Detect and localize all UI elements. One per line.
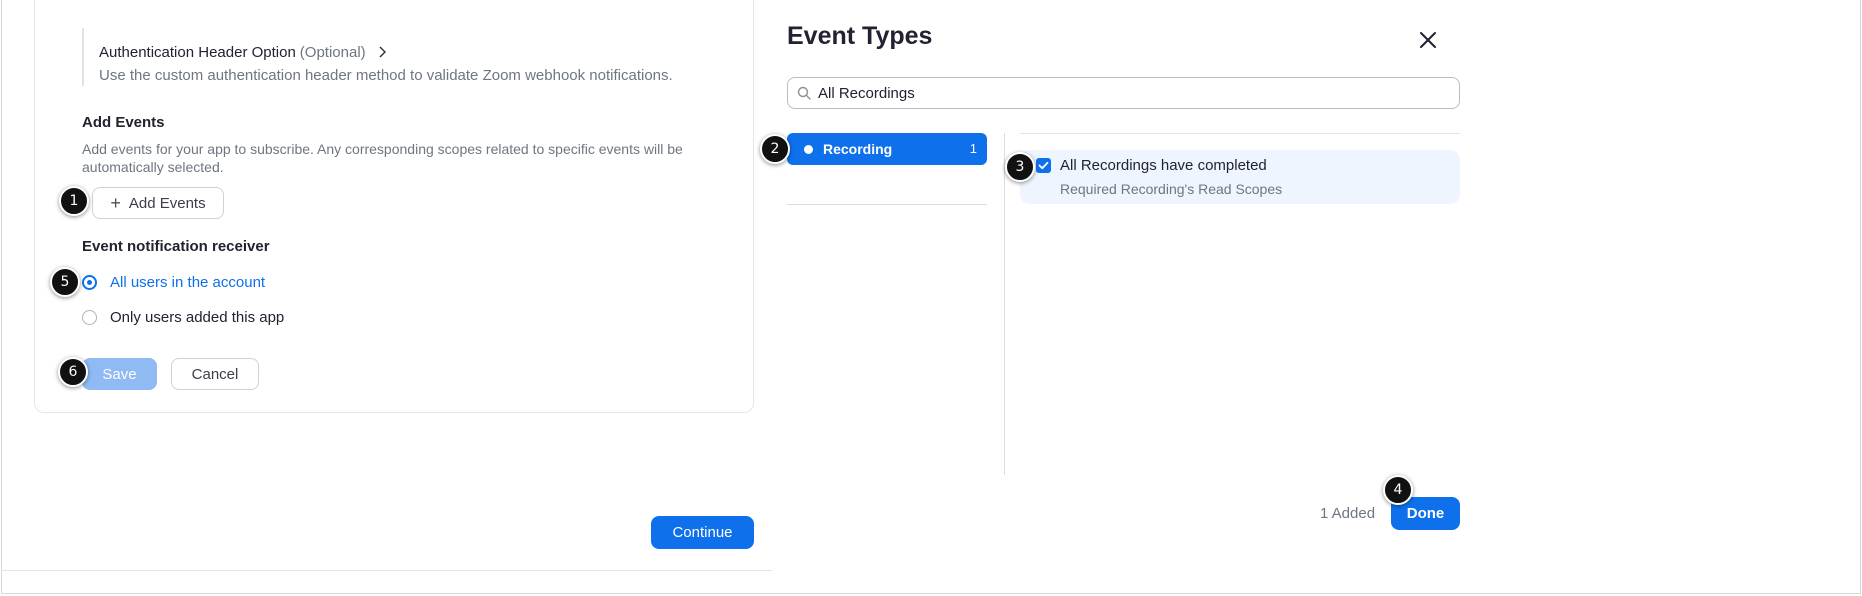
step-marker-5: 5 — [50, 267, 80, 297]
close-icon[interactable] — [1418, 30, 1438, 50]
chevron-right-icon — [378, 45, 386, 61]
event-item-recordings-completed[interactable]: All Recordings have completed Required R… — [1020, 150, 1460, 204]
event-checkbox[interactable] — [1036, 158, 1051, 173]
continue-button[interactable]: Continue — [651, 516, 754, 549]
auth-header-option-link[interactable]: Authentication Header Option (Optional) — [99, 44, 386, 61]
radio-added-users-label[interactable]: Only users added this app — [110, 309, 284, 326]
footer-divider — [1, 570, 772, 571]
add-events-button[interactable]: + Add Events — [92, 187, 224, 219]
add-events-button-label: Add Events — [128, 194, 206, 212]
event-title: All Recordings have completed — [1060, 157, 1267, 174]
radio-all-users[interactable] — [82, 275, 97, 290]
step-marker-2: 2 — [760, 134, 790, 164]
event-list-divider — [1020, 133, 1460, 134]
auth-header-option-title: Authentication Header Option — [99, 44, 296, 61]
category-divider — [787, 204, 987, 205]
cancel-button[interactable]: Cancel — [171, 358, 259, 390]
search-value: All Recordings — [818, 85, 915, 102]
search-icon — [797, 86, 811, 100]
event-scope-subtitle: Required Recording's Read Scopes — [1060, 181, 1283, 197]
event-receiver-heading: Event notification receiver — [82, 238, 270, 255]
step-marker-3: 3 — [1005, 152, 1035, 182]
added-count: 1 Added — [1320, 505, 1376, 522]
plus-icon: + — [110, 193, 121, 213]
category-label: Recording — [823, 141, 893, 157]
step-marker-6: 6 — [58, 357, 88, 387]
category-count: 1 — [969, 141, 977, 156]
radio-all-users-label[interactable]: All users in the account — [110, 274, 265, 291]
event-search-input[interactable]: All Recordings — [787, 77, 1460, 109]
category-dot-icon — [804, 145, 813, 154]
panel-vertical-divider — [1004, 133, 1005, 475]
step-marker-1: 1 — [59, 186, 89, 216]
radio-added-users[interactable] — [82, 310, 97, 325]
add-events-heading: Add Events — [82, 114, 165, 131]
optional-label: (Optional) — [299, 44, 366, 61]
auth-header-option-description: Use the custom authentication header met… — [99, 67, 673, 84]
save-button[interactable]: Save — [82, 358, 157, 390]
step-marker-4: 4 — [1383, 475, 1413, 505]
add-events-description: Add events for your app to subscribe. An… — [82, 141, 683, 175]
panel-title: Event Types — [787, 22, 933, 50]
category-item-recording[interactable]: Recording 1 — [787, 133, 987, 165]
